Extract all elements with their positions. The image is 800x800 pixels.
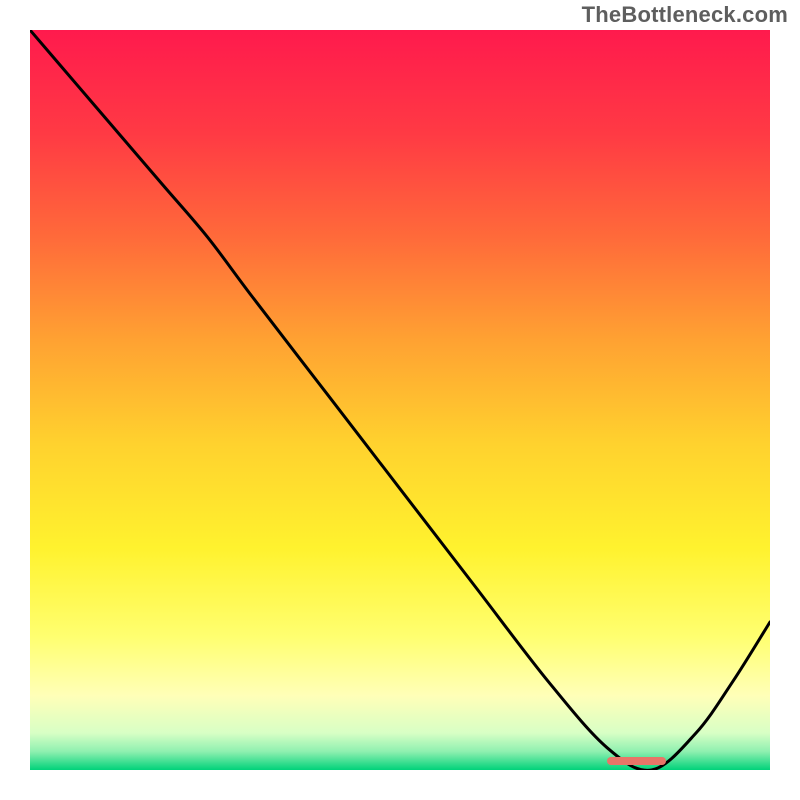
optimal-zone-marker [607, 757, 666, 765]
watermark-text: TheBottleneck.com [582, 2, 788, 28]
plot-area [30, 30, 770, 770]
chart-svg [30, 30, 770, 770]
chart-background [30, 30, 770, 770]
